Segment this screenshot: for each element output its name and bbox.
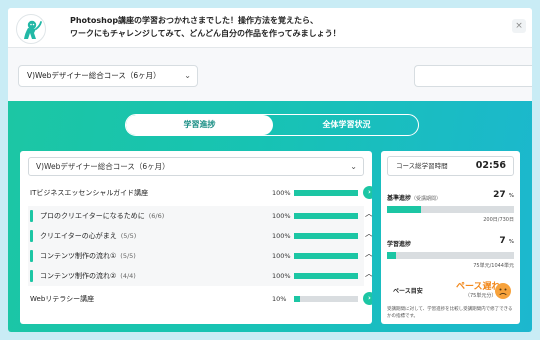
total-time-label: コース総学習時間 <box>396 162 448 170</box>
row-percent: 100% <box>272 232 291 240</box>
row-percent: 100% <box>272 252 291 260</box>
collapse-icon[interactable]: ︿ <box>363 268 372 279</box>
chapter-row[interactable]: プロのクリエイターになるために(6/6) 100% ︿ <box>28 206 372 226</box>
close-banner-button[interactable]: × <box>512 19 526 33</box>
header-right-box <box>414 65 532 87</box>
arrow-right-icon[interactable]: › <box>363 186 372 199</box>
row-progress-track <box>294 233 358 239</box>
notification-banner: Photoshop講座の学習おつかれさまでした！操作方法を覚えたら、 ワークにも… <box>8 8 532 48</box>
banner-message-line2: ワークにもチャレンジしてみて、どんどん自分の作品を作ってみましょう！ <box>70 29 341 38</box>
row-progress-track <box>294 296 358 302</box>
collapse-icon[interactable]: ︿ <box>363 248 372 259</box>
row-progress-track <box>294 253 358 259</box>
tab-overall-status[interactable]: 全体学習状況 <box>273 115 420 135</box>
row-percent: 100% <box>272 272 291 280</box>
row-count: (5/5) <box>120 232 137 240</box>
worried-face-icon <box>495 283 511 299</box>
pace-description: 受講期間に対して、学習進捗を比較し受講期間内で修了できるかの指標です。 <box>387 307 513 319</box>
pace-label: ペース目安 <box>393 288 423 295</box>
row-percent: 10% <box>272 295 287 303</box>
learning-progress-track <box>387 252 514 259</box>
row-percent: 100% <box>272 212 291 220</box>
mascot-avatar <box>16 14 46 44</box>
basic-progress-subtitle: （受講期間） <box>411 196 442 202</box>
row-count: (4/4) <box>120 272 136 280</box>
row-label: プロのクリエイターになるために (6/6) <box>40 206 164 226</box>
row-label: Webリテラシー講座 <box>30 289 94 309</box>
basic-progress-track <box>387 206 514 213</box>
banner-message: Photoshop講座の学習おつかれさまでした！操作方法を覚えたら、 ワークにも… <box>70 14 341 40</box>
arrow-right-icon[interactable]: › <box>363 292 372 305</box>
basic-progress-value: 27 % <box>493 190 514 200</box>
collapse-icon[interactable]: ︿ <box>363 228 372 239</box>
row-label: コンテンツ制作の流れ① (5/5) <box>40 246 136 266</box>
course-row[interactable]: Webリテラシー講座 10% › <box>28 289 372 309</box>
row-progress-fill <box>294 253 358 259</box>
chapter-marker <box>30 230 33 242</box>
row-title: コンテンツ制作の流れ① <box>40 252 117 260</box>
progress-panel: 学習進捗 全体学習状況 V)Webデザイナー総合コース（6ヶ月） ⌄ ITビジネ… <box>8 101 532 332</box>
course-select[interactable]: V)Webデザイナー総合コース（6ヶ月） ⌄ <box>18 65 198 87</box>
chapter-row[interactable]: クリエイターの心がまえ(5/5) 100% ︿ <box>28 226 372 246</box>
chapter-marker <box>30 250 33 262</box>
row-title: コンテンツ制作の流れ② <box>40 272 117 280</box>
chapter-row[interactable]: コンテンツ制作の流れ②(4/4) 100% ︿ <box>28 266 372 286</box>
pace-units: （75単元分） <box>465 293 497 299</box>
app-window: Photoshop講座の学習おつかれさまでした！操作方法を覚えたら、 ワークにも… <box>8 8 532 332</box>
chapter-marker <box>30 270 33 282</box>
basic-progress-note: 200日/730日 <box>483 217 514 223</box>
learning-progress-note: 75単元/1044単元 <box>473 263 514 269</box>
chapter-marker <box>30 210 33 222</box>
row-progress-track <box>294 273 358 279</box>
stats-card: コース総学習時間 02:56 基準進捗（受講期間） 27 % 200日/730日… <box>381 151 520 324</box>
row-label: ITビジネスエッセンシャルガイド講座 <box>30 183 148 203</box>
banner-message-line1: Photoshop講座の学習おつかれさまでした！操作方法を覚えたら、 <box>70 16 319 25</box>
course-select-value: V)Webデザイナー総合コース（6ヶ月） <box>27 71 161 80</box>
row-title: プロのクリエイターになるために <box>40 212 145 220</box>
tab-learning-progress[interactable]: 学習進捗 <box>126 115 273 135</box>
pace-status: ペース遅れ <box>456 282 501 292</box>
chapter-row[interactable]: コンテンツ制作の流れ①(5/5) 100% ︿ <box>28 246 372 266</box>
learning-progress-value: 7 % <box>499 236 514 246</box>
learning-progress-title: 学習進捗 <box>387 241 412 248</box>
mascot-icon <box>24 20 42 39</box>
course-progress-card: V)Webデザイナー総合コース（6ヶ月） ⌄ ITビジネスエッセンシャルガイド講… <box>20 151 372 324</box>
inner-course-select[interactable]: V)Webデザイナー総合コース（6ヶ月） ⌄ <box>28 157 364 176</box>
row-label: コンテンツ制作の流れ② (4/4) <box>40 266 136 286</box>
row-count: (5/5) <box>120 252 136 260</box>
row-progress-fill <box>294 273 358 279</box>
tab-bar: 学習進捗 全体学習状況 <box>125 114 419 136</box>
row-progress-fill <box>294 213 358 219</box>
learning-progress-fill <box>387 252 396 259</box>
collapse-icon[interactable]: ︿ <box>363 208 372 219</box>
row-progress-fill <box>294 296 301 302</box>
row-progress-track <box>294 213 358 219</box>
chevron-down-icon: ⌄ <box>350 162 357 171</box>
basic-progress-title: 基準進捗（受講期間） <box>387 195 442 202</box>
inner-course-select-value: V)Webデザイナー総合コース（6ヶ月） <box>36 162 170 171</box>
total-time-value: 02:56 <box>475 160 506 171</box>
total-time-box: コース総学習時間 02:56 <box>387 156 514 176</box>
course-row[interactable]: ITビジネスエッセンシャルガイド講座 100% › <box>28 183 372 203</box>
row-label: クリエイターの心がまえ (5/5) <box>40 226 136 246</box>
chevron-down-icon: ⌄ <box>184 71 191 80</box>
row-percent: 100% <box>272 189 291 197</box>
row-title: クリエイターの心がまえ <box>40 232 117 240</box>
row-progress-fill <box>294 190 358 196</box>
row-count: (6/6) <box>148 212 165 220</box>
row-title: ITビジネスエッセンシャルガイド講座 <box>30 189 149 197</box>
row-title: Webリテラシー講座 <box>30 295 95 303</box>
row-progress-track <box>294 190 358 196</box>
basic-progress-fill <box>387 206 422 213</box>
row-progress-fill <box>294 233 358 239</box>
